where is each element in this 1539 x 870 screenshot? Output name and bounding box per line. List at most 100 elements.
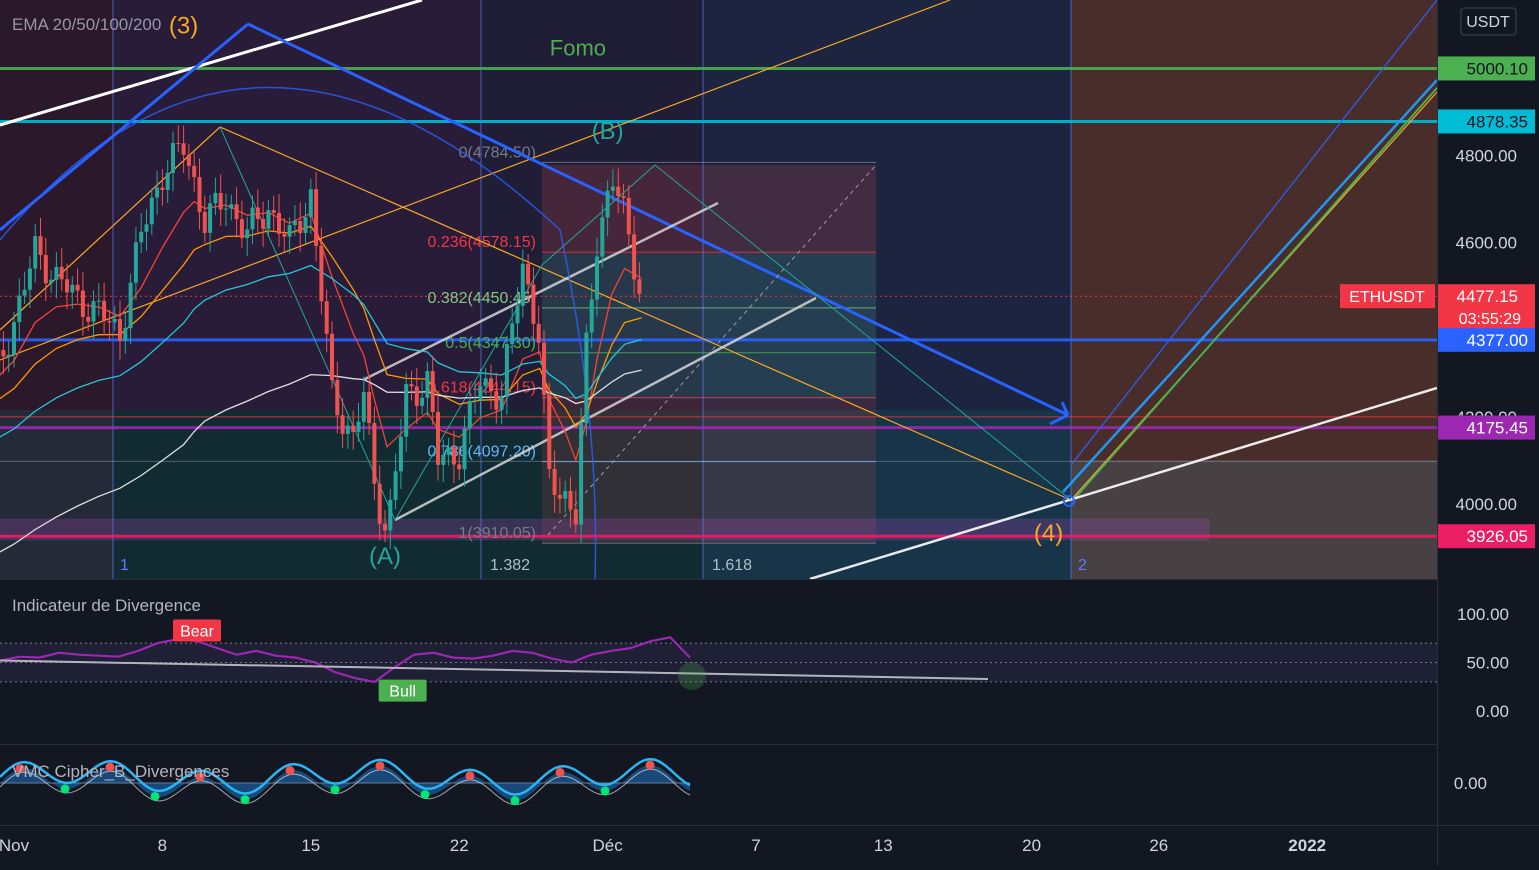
candle-body (378, 484, 382, 524)
candle-body (272, 210, 276, 213)
candle-body (282, 234, 286, 237)
candle-body (505, 344, 509, 397)
candle-body (150, 198, 154, 225)
candle-body (44, 255, 48, 283)
time-tick: 26 (1149, 836, 1168, 855)
signal-label: Bear (180, 623, 214, 640)
candle-body (415, 386, 419, 405)
cipher-dot (376, 761, 385, 770)
cipher-dot (646, 761, 655, 770)
candle-body (616, 187, 620, 196)
candle-body (563, 491, 567, 499)
cipher-dot (511, 796, 520, 805)
candle-body (240, 219, 244, 238)
price-tick: 4000.00 (1456, 495, 1517, 514)
candle-body (54, 267, 58, 280)
candle-body (537, 324, 541, 343)
price-label-text: 3926.05 (1467, 527, 1528, 546)
candle-body (447, 447, 451, 455)
candle-body (600, 217, 604, 256)
price-tick: 4600.00 (1456, 234, 1517, 253)
time-tick: 13 (874, 836, 893, 855)
time-tick: Déc (592, 836, 623, 855)
candle-body (394, 471, 398, 500)
divergence-tick: 50.00 (1466, 654, 1509, 673)
candle-body (176, 143, 180, 144)
candle-body (510, 323, 514, 344)
candle-body (500, 397, 504, 410)
candle-body (251, 207, 255, 229)
cipher-b-title[interactable]: VMC Cipher_B_Divergences (12, 762, 229, 781)
countdown-text: 03:55:29 (1459, 311, 1521, 328)
divergence-marker[interactable] (678, 662, 706, 690)
time-tick: 20 (1022, 836, 1041, 855)
candle-body (203, 212, 207, 233)
indicator-title[interactable]: EMA 20/50/100/200 (12, 15, 161, 34)
candle-body (404, 384, 408, 437)
candle-body (558, 495, 562, 499)
candle-body (584, 332, 588, 423)
candle-body (590, 300, 594, 333)
cipher-dot (241, 795, 250, 804)
annotation-text[interactable]: Fomo (550, 35, 606, 60)
candle-body (569, 491, 573, 509)
wave-label[interactable]: (4) (1034, 520, 1063, 547)
candle-body (12, 322, 16, 355)
cipher-dot (61, 784, 70, 793)
candle-body (632, 234, 636, 279)
candle-body (298, 221, 302, 233)
candle-body (436, 412, 440, 465)
candle-body (473, 400, 477, 401)
candle-body (266, 210, 270, 229)
time-tick: 15 (301, 836, 320, 855)
candle-body (288, 225, 292, 237)
candle-body (182, 143, 186, 154)
candle-body (97, 301, 101, 302)
divergence-indicator-title[interactable]: Indicateur de Divergence (12, 596, 201, 615)
price-label-text: 4878.35 (1467, 112, 1528, 131)
candle-body (160, 188, 164, 190)
candle-body (256, 207, 260, 218)
candle-body (60, 267, 64, 279)
cipher-tick: 0.00 (1454, 774, 1487, 793)
chart-canvas[interactable]: 11.3821.6182 0(4784.50)0.236(4578.15)0.3… (0, 0, 1539, 865)
candle-body (410, 384, 414, 386)
candle-body (17, 296, 21, 323)
candle-body (494, 391, 498, 409)
fib-level-label: 1(3910.05) (459, 525, 536, 542)
candle-body (367, 392, 371, 423)
candle-body (372, 423, 376, 484)
candle-body (463, 429, 467, 470)
candle-body (129, 283, 133, 328)
candle-body (431, 371, 435, 412)
candle-body (553, 469, 557, 495)
fib-time-label: 1 (120, 557, 129, 574)
candle-body (235, 204, 239, 219)
candle-body (224, 209, 228, 210)
wave-label[interactable]: (A) (369, 543, 401, 570)
wave-label[interactable]: (3) (169, 13, 198, 40)
candle-body (325, 301, 329, 334)
candle-body (229, 204, 233, 208)
candle-body (219, 193, 223, 209)
candle-body (346, 425, 350, 433)
time-axis[interactable] (0, 826, 1437, 865)
signal-label: Bull (389, 684, 416, 701)
fib-level-label: 0(4784.50) (459, 144, 536, 161)
candle-body (70, 285, 74, 293)
candle-body (627, 198, 631, 234)
wave-label[interactable]: (B) (592, 118, 624, 145)
candle-body (637, 279, 641, 294)
candle-body (86, 317, 90, 322)
fib-time-label: 1.382 (490, 557, 530, 574)
candle-body (478, 386, 482, 400)
candle-body (531, 284, 535, 323)
candle-body (457, 464, 461, 469)
candle-body (399, 437, 403, 472)
time-tick: 8 (158, 836, 167, 855)
candle-body (516, 306, 520, 324)
candle-body (574, 509, 578, 524)
fib-time-label: 2 (1078, 557, 1087, 574)
candle-body (606, 191, 610, 218)
candle-body (293, 221, 297, 225)
